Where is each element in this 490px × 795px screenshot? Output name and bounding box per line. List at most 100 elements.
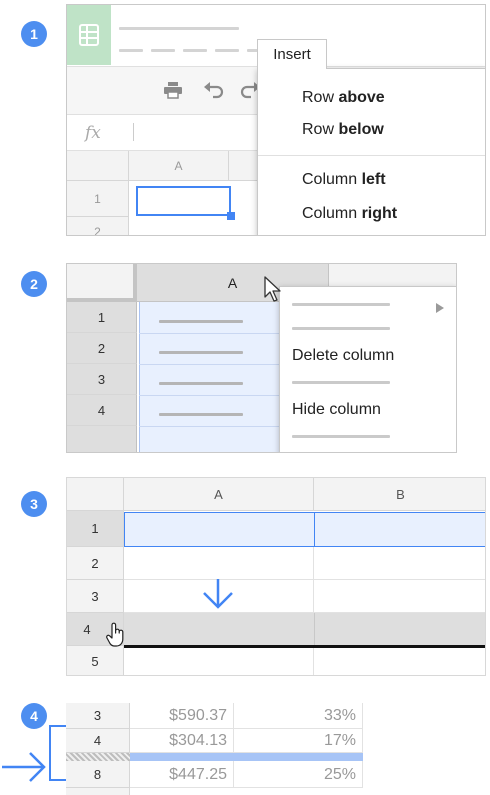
step-badge-2: 2 [21,271,47,297]
column-header-a-label: A [214,486,223,502]
row-header-1[interactable]: 1 [67,511,124,547]
dragged-row-ghost[interactable] [124,613,485,646]
menu-item-column-right[interactable]: Column right [258,199,485,229]
step-badge-1: 1 [21,21,47,47]
arrow-down-icon [203,579,233,609]
menu-item-placeholder[interactable] [292,381,390,384]
row-header-2[interactable]: 2 [67,333,137,364]
row-2-label: 2 [97,340,106,356]
print-icon[interactable] [163,81,183,99]
menu-item-placeholder[interactable] [292,303,390,306]
selected-row-1[interactable] [124,512,485,547]
row-3-label: 3 [93,708,102,723]
panel-drag-row: A B 1 2 3 4 5 [66,477,486,676]
cell-amount[interactable]: $304.13 [130,729,234,753]
column-left-bold: left [361,171,386,188]
cell-percent[interactable]: 17% [234,729,363,753]
row-3-label: 3 [97,371,106,387]
cell-b3[interactable] [314,580,485,613]
hidden-rows-marker[interactable] [66,753,130,761]
cell-placeholder [159,351,243,354]
menu-item-delete-column[interactable]: Delete column [292,347,452,365]
column-right-prefix: Column [302,205,362,222]
row-header-2[interactable]: 2 [67,217,129,236]
row-4-label: 4 [97,402,106,418]
row-below-prefix: Row [302,121,339,138]
column-header-b-label: B [396,486,405,502]
corner-cell[interactable] [67,264,137,302]
insert-menu-label: Insert [273,46,311,63]
column-header-a[interactable]: A [129,151,229,181]
row-header-1-label: 1 [94,191,101,206]
percent-value: 25% [323,766,356,783]
row-1-label: 1 [97,309,106,325]
row-header-3[interactable]: 3 [66,703,130,729]
column-header-a-label: A [227,274,238,291]
sheets-logo-icon [67,5,111,65]
row-header-3[interactable]: 3 [67,364,137,395]
menu-item-hide-column[interactable]: Hide column [292,401,452,419]
step-badge-3: 3 [21,491,47,517]
corner-cell[interactable] [67,478,124,511]
row-above-prefix: Row [302,89,339,106]
cell-placeholder [159,382,243,385]
percent-value: 33% [323,707,356,724]
cell-percent[interactable]: 33% [234,703,363,729]
column-header-a[interactable]: A [124,478,314,511]
cell-percent[interactable]: 25% [234,761,363,788]
menu-item-placeholder[interactable] [292,435,390,438]
row-header-next[interactable] [66,788,130,795]
cell-a5[interactable] [124,648,314,675]
undo-icon[interactable] [203,81,225,99]
amount-value: $304.13 [169,732,227,749]
row-8-label: 8 [93,766,102,782]
cell-amount[interactable]: $590.37 [130,703,234,729]
corner-cell[interactable] [67,151,129,181]
menu-item-placeholder[interactable] [292,327,390,330]
panel-insert-menu: fx A 1 2 Insert Row above Row below Colu… [66,4,486,236]
cell-placeholder [159,320,243,323]
fx-icon: fx [85,123,101,143]
column-header-b[interactable]: B [314,478,485,511]
hidden-rows-highlight[interactable] [130,753,363,761]
row-header-1[interactable]: 1 [67,302,137,333]
menu-separator [258,155,485,156]
row-2-label: 2 [91,555,99,571]
fill-handle[interactable] [227,212,235,220]
hand-cursor-icon [106,622,124,647]
percent-value: 17% [323,732,356,749]
mouse-pointer-icon [264,276,281,302]
title-placeholder [119,27,239,30]
menu-item-row-below[interactable]: Row below [258,115,485,145]
panel-context-menu: A 1 2 3 4 5 Delete column Hide column [66,263,457,453]
amount-value: $590.37 [169,707,227,724]
selected-cell-a1[interactable] [136,186,231,216]
insert-menu-button[interactable]: Insert [257,39,327,69]
cell-placeholder [159,413,243,416]
row-header-4[interactable]: 4 [67,395,137,426]
column-left-prefix: Column [302,171,362,188]
bracket-arrow-icon [2,725,66,782]
row-header-4[interactable]: 4 [66,729,130,753]
row-header-5[interactable]: 5 [67,426,137,452]
row-4-label: 4 [93,733,102,748]
row-header-1[interactable]: 1 [67,181,129,217]
row-header-3[interactable]: 3 [67,580,124,613]
cell-divider [314,512,315,547]
cell-b5[interactable] [314,648,485,675]
row-5-label: 5 [91,653,99,669]
menu-placeholder-1 [119,49,143,52]
row-5-label: 5 [98,450,105,452]
cell-b2[interactable] [314,547,485,580]
row-header-2[interactable]: 2 [67,547,124,580]
menu-item-row-above[interactable]: Row above [258,83,485,113]
row-header-2-label: 2 [94,225,101,236]
cell-amount[interactable]: $447.25 [130,761,234,788]
row-header-8[interactable]: 8 [66,761,130,788]
insert-dropdown: Row above Row below Column left Column r… [257,68,485,235]
menu-item-column-left[interactable]: Column left [258,165,485,195]
row-4-label: 4 [83,621,91,637]
cell-divider [314,613,315,646]
column-context-menu: Delete column Hide column [279,286,456,452]
row-header-5[interactable]: 5 [67,646,124,675]
